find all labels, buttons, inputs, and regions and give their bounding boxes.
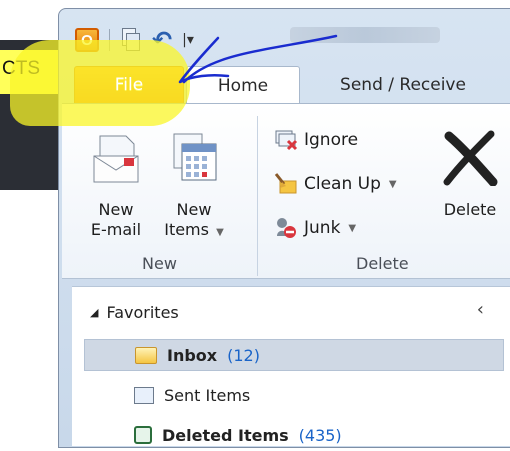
arrow-annotation: [178, 34, 338, 84]
